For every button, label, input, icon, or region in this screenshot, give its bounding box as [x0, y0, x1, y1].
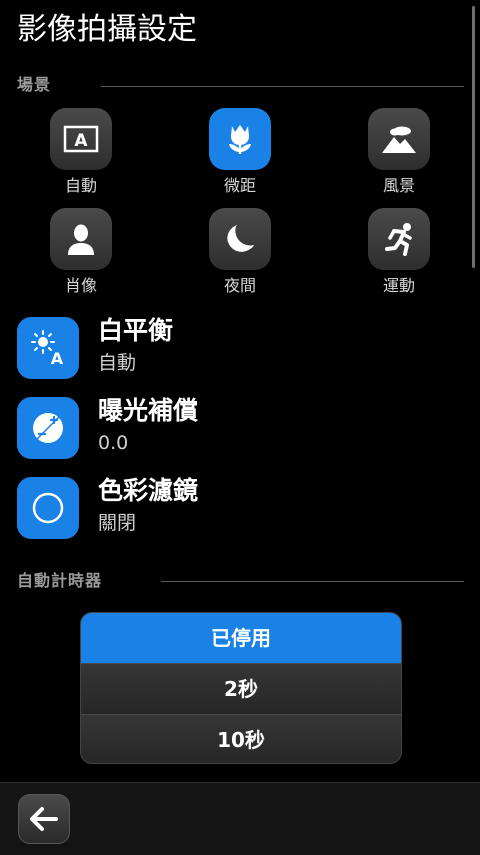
scene-label: 風景	[382, 176, 415, 195]
person-icon	[68, 224, 94, 255]
scene-grid: A 自動 微距 風景 肖像 夜間 運動	[0, 108, 480, 308]
scene-macro[interactable]: 微距	[190, 108, 290, 196]
section-divider	[161, 581, 464, 582]
scene-label: 肖像	[64, 276, 97, 295]
scene-tile[interactable]	[209, 108, 271, 170]
color-filter-icon	[32, 492, 64, 524]
scene-tile[interactable]	[50, 208, 112, 270]
scene-label: 微距	[223, 176, 256, 195]
timer-option-disabled[interactable]: 已停用	[81, 613, 401, 663]
scene-tile[interactable]	[209, 208, 271, 270]
timer-section-header: 自動計時器	[17, 571, 103, 590]
scene-portrait[interactable]: 肖像	[31, 208, 131, 296]
setting-title: 曝光補償	[98, 396, 199, 425]
section-divider	[101, 86, 464, 87]
scene-auto[interactable]: A 自動	[31, 108, 131, 196]
setting-value: 自動	[98, 352, 137, 374]
timer-option-2s[interactable]: 2秒	[81, 663, 401, 714]
bottom-toolbar	[0, 782, 480, 855]
mountain-icon	[382, 126, 416, 153]
scene-label: 運動	[382, 276, 415, 295]
color-filter-icon-tile	[17, 477, 79, 539]
auto-a-icon: A	[63, 125, 99, 153]
white-balance-icon-tile: A	[17, 317, 79, 379]
scene-tile[interactable]: A	[50, 108, 112, 170]
setting-white-balance[interactable]: A 白平衡 自動	[17, 316, 457, 381]
scene-section-header: 場景	[17, 75, 52, 94]
exposure-icon-tile	[17, 397, 79, 459]
back-arrow-icon	[30, 807, 58, 831]
scene-tile[interactable]	[368, 208, 430, 270]
back-button[interactable]	[18, 794, 70, 844]
svg-text:A: A	[51, 349, 64, 368]
timer-options-list: 已停用 2秒 10秒	[80, 612, 402, 764]
scene-sports[interactable]: 運動	[349, 208, 449, 296]
white-balance-icon: A	[31, 330, 64, 368]
svg-text:A: A	[74, 131, 88, 151]
setting-value: 關閉	[98, 512, 137, 534]
exposure-icon	[33, 413, 63, 443]
scene-tile[interactable]	[368, 108, 430, 170]
scene-night[interactable]: 夜間	[190, 208, 290, 296]
setting-value: 0.0	[98, 432, 129, 454]
setting-title: 白平衡	[98, 316, 174, 345]
moon-icon	[227, 225, 254, 252]
tulip-icon	[229, 125, 251, 154]
setting-exposure[interactable]: 曝光補償 0.0	[17, 396, 457, 461]
setting-title: 色彩濾鏡	[98, 476, 199, 505]
scene-landscape[interactable]: 風景	[349, 108, 449, 196]
page-title: 影像拍攝設定	[17, 12, 197, 47]
scene-label: 夜間	[223, 276, 256, 295]
runner-icon	[385, 223, 412, 256]
setting-color-filter[interactable]: 色彩濾鏡 關閉	[17, 476, 457, 541]
scene-label: 自動	[64, 176, 97, 195]
timer-option-10s[interactable]: 10秒	[81, 714, 401, 763]
